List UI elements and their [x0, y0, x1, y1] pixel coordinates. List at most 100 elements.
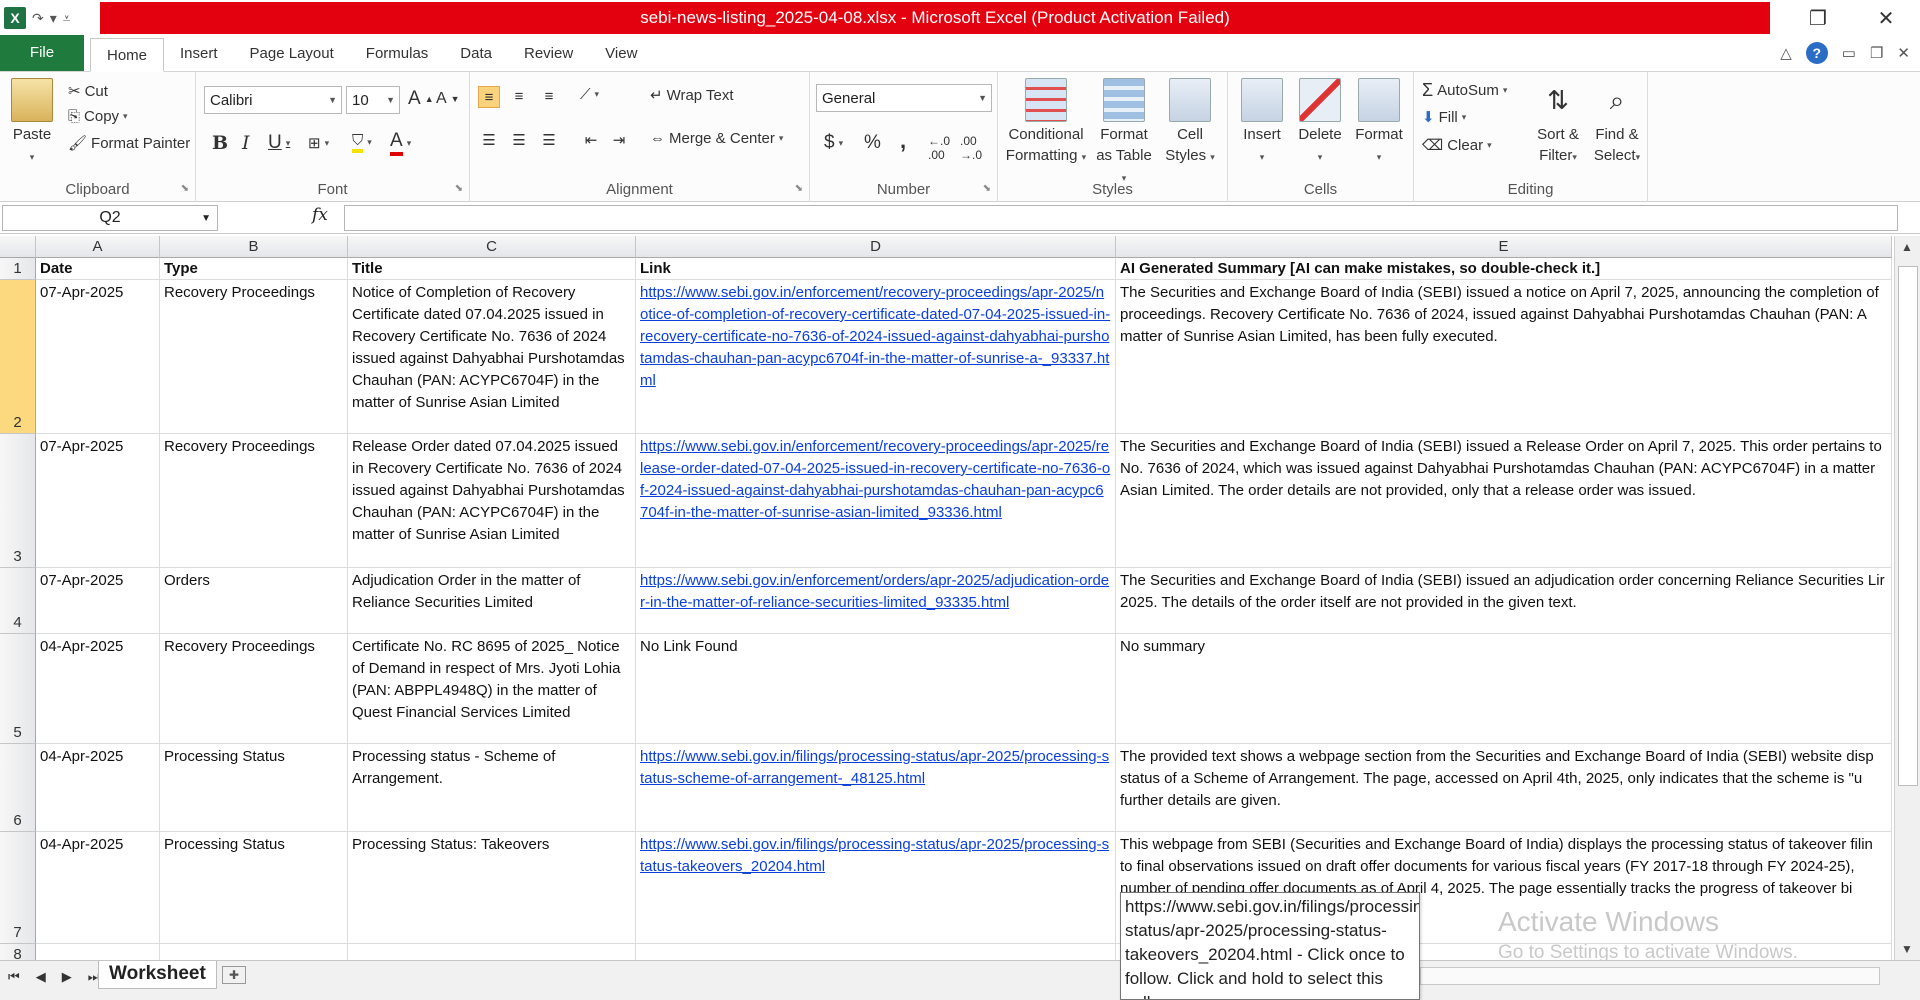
next-sheet-icon[interactable]: ▶	[62, 969, 72, 985]
cell-c7[interactable]: Processing Status: Takeovers	[348, 832, 636, 944]
cell-d8[interactable]	[636, 944, 1116, 960]
cell-b2[interactable]: Recovery Proceedings	[160, 280, 348, 434]
comma-button[interactable]: ,	[900, 128, 906, 154]
decrease-decimal-button[interactable]: .00 →.0	[960, 134, 982, 162]
cell-d6[interactable]: https://www.sebi.gov.in/filings/processi…	[636, 744, 1116, 832]
orientation-button[interactable]: ⟋ ▾	[580, 86, 599, 103]
increase-indent-button[interactable]: ⇥	[608, 130, 630, 152]
insert-cells-button[interactable]: Insert ▾	[1234, 78, 1290, 168]
prev-sheet-icon[interactable]: ◀	[36, 969, 46, 985]
fill-color-button[interactable]: ⛉ ▾	[352, 132, 372, 153]
fill-button[interactable]: ⬇ Fill ▾	[1422, 108, 1466, 127]
scroll-up-icon[interactable]: ▲	[1901, 240, 1913, 254]
cell-e5[interactable]: No summary	[1116, 634, 1892, 744]
sort-filter-button[interactable]: ⇅ Sort & Filter▾	[1530, 78, 1586, 168]
cell-d1[interactable]: Link	[636, 258, 1116, 280]
delete-cells-button[interactable]: Delete ▾	[1292, 78, 1348, 168]
cell-a3[interactable]: 07-Apr-2025	[36, 434, 160, 568]
cell-b5[interactable]: Recovery Proceedings	[160, 634, 348, 744]
redo-icon[interactable]: ↷	[32, 10, 44, 27]
number-format-combo[interactable]: General ▼	[816, 84, 992, 112]
first-sheet-icon[interactable]: ⏮	[8, 969, 20, 985]
clear-button[interactable]: ⌫ Clear ▾	[1422, 136, 1492, 155]
tab-insert[interactable]: Insert	[164, 37, 234, 71]
excel-app-icon[interactable]: X	[4, 7, 26, 29]
column-header-d[interactable]: D	[636, 236, 1116, 258]
underline-button[interactable]: U ▾	[268, 132, 290, 154]
insert-sheet-icon[interactable]: ✚	[222, 966, 246, 984]
format-painter-button[interactable]: 🖌 Format Painter	[68, 134, 190, 153]
name-box[interactable]: Q2 ▼	[2, 205, 218, 231]
tab-home[interactable]: Home	[90, 38, 165, 72]
align-left-button[interactable]: ☰	[478, 130, 500, 152]
scroll-thumb[interactable]	[1898, 266, 1918, 786]
minimize-ribbon-icon[interactable]: △	[1780, 44, 1792, 62]
paste-button[interactable]: Paste ▾	[8, 78, 56, 168]
column-header-c[interactable]: C	[348, 236, 636, 258]
cell-b7[interactable]: Processing Status	[160, 832, 348, 944]
cell-b3[interactable]: Recovery Proceedings	[160, 434, 348, 568]
qat-dropdown-icon[interactable]: ▾	[50, 10, 57, 27]
cell-c6[interactable]: Processing status - Scheme of Arrangemen…	[348, 744, 636, 832]
restore-window-icon[interactable]: ❐	[1784, 0, 1852, 36]
vertical-scrollbar[interactable]: ▲ ▼	[1894, 236, 1920, 960]
align-middle-button[interactable]: ≡	[508, 86, 530, 108]
cell-b1[interactable]: Type	[160, 258, 348, 280]
cell-d5[interactable]: No Link Found	[636, 634, 1116, 744]
font-size-combo[interactable]: 10 ▼	[346, 86, 400, 114]
insert-function-icon[interactable]: fx	[312, 205, 328, 225]
tab-formulas[interactable]: Formulas	[350, 37, 445, 71]
row-header-6[interactable]: 6	[0, 744, 36, 832]
row-header-2[interactable]: 2	[0, 280, 36, 434]
cell-b4[interactable]: Orders	[160, 568, 348, 634]
formula-input[interactable]	[344, 205, 1898, 231]
borders-button[interactable]: ⊞ ▾	[308, 134, 329, 152]
restore-workbook-icon[interactable]: ❐	[1870, 44, 1883, 62]
cell-styles-button[interactable]: Cell Styles ▾	[1158, 78, 1222, 168]
align-top-button[interactable]: ≡	[478, 86, 500, 108]
tab-data[interactable]: Data	[444, 37, 508, 71]
cell-d3[interactable]: https://www.sebi.gov.in/enforcement/reco…	[636, 434, 1116, 568]
scroll-down-icon[interactable]: ▼	[1901, 942, 1913, 956]
cell-e6[interactable]: The provided text shows a webpage sectio…	[1116, 744, 1892, 832]
cell-e3[interactable]: The Securities and Exchange Board of Ind…	[1116, 434, 1892, 568]
horizontal-scrollbar[interactable]	[1420, 967, 1880, 985]
font-name-combo[interactable]: Calibri ▼	[204, 86, 342, 114]
sheet-tab-worksheet[interactable]: Worksheet	[98, 961, 217, 989]
row-header-3[interactable]: 3	[0, 434, 36, 568]
cell-a1[interactable]: Date	[36, 258, 160, 280]
bold-button[interactable]: B	[212, 132, 228, 154]
minimize-workbook-icon[interactable]: ▭	[1842, 44, 1856, 62]
cell-a8[interactable]	[36, 944, 160, 960]
help-icon[interactable]: ?	[1805, 42, 1828, 64]
row-header-8[interactable]: 8	[0, 944, 36, 960]
merge-center-button[interactable]: ⇔ Merge & Center ▾	[650, 130, 783, 147]
tab-page-layout[interactable]: Page Layout	[234, 37, 350, 71]
align-right-button[interactable]: ☰	[538, 130, 560, 152]
cell-c4[interactable]: Adjudication Order in the matter of Reli…	[348, 568, 636, 634]
cell-a6[interactable]: 04-Apr-2025	[36, 744, 160, 832]
format-cells-button[interactable]: Format ▾	[1350, 78, 1408, 168]
tab-review[interactable]: Review	[508, 37, 589, 71]
customize-qat-icon[interactable]: ⩡	[63, 10, 71, 27]
cell-a7[interactable]: 04-Apr-2025	[36, 832, 160, 944]
close-workbook-icon[interactable]: ✕	[1897, 44, 1910, 62]
column-header-a[interactable]: A	[36, 236, 160, 258]
autosum-button[interactable]: Σ AutoSum ▾	[1422, 80, 1507, 101]
italic-button[interactable]: I	[242, 132, 250, 154]
cell-c2[interactable]: Notice of Completion of Recovery Certifi…	[348, 280, 636, 434]
cell-a4[interactable]: 07-Apr-2025	[36, 568, 160, 634]
font-color-button[interactable]: A ▾	[390, 130, 411, 156]
align-bottom-button[interactable]: ≡	[538, 86, 560, 108]
decrease-indent-button[interactable]: ⇤	[580, 130, 602, 152]
tab-view[interactable]: View	[589, 37, 653, 71]
find-select-button[interactable]: ⌕ Find & Select▾	[1588, 78, 1646, 168]
align-center-button[interactable]: ☰	[508, 130, 530, 152]
row-header-5[interactable]: 5	[0, 634, 36, 744]
alignment-launcher-icon[interactable]: ⬊	[795, 183, 803, 194]
copy-button[interactable]: ⎘ Copy ▾	[68, 108, 128, 125]
cut-button[interactable]: ✂ Cut	[68, 82, 108, 101]
format-as-table-button[interactable]: Format as Table ▾	[1092, 78, 1156, 189]
conditional-formatting-button[interactable]: Conditional Formatting ▾	[1004, 78, 1088, 168]
cell-c8[interactable]	[348, 944, 636, 960]
